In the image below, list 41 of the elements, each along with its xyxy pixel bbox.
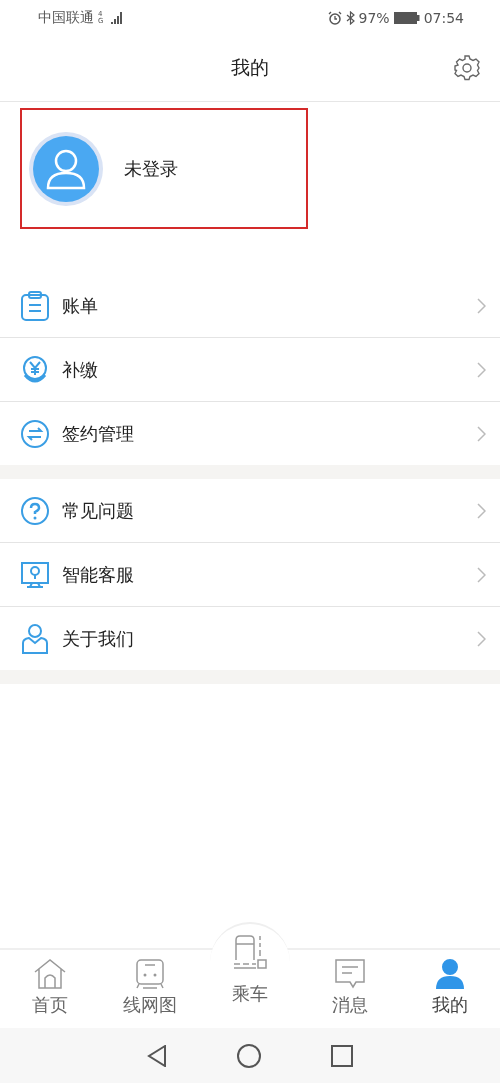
signal-icon [110,11,124,24]
person-icon [20,622,50,655]
battery-icon [393,11,420,24]
alarm-icon [327,10,342,25]
clipboard-icon [20,289,50,322]
recents-icon[interactable] [331,1044,353,1067]
chevron-right-icon [477,630,486,647]
tab-item[interactable]: 消息 [300,950,400,1028]
menu-item[interactable]: 补缴 [0,338,500,402]
chevron-right-icon [477,502,486,519]
home-icon [33,958,67,990]
menu-item[interactable]: 关于我们 [0,607,500,670]
tab-item[interactable]: 首页 [0,950,100,1028]
monitor-icon [20,559,50,590]
user-icon [435,958,465,990]
tab-item[interactable]: 线网图 [100,950,200,1028]
exchange-icon [20,418,50,449]
menu-item[interactable]: 签约管理 [0,402,500,465]
chevron-right-icon [477,425,486,442]
tab-item[interactable]: 我的 [400,950,500,1028]
question-icon [20,495,50,526]
menu-item[interactable]: 常见问题 [0,479,500,543]
phone-scan-icon [232,934,268,970]
login-status[interactable]: 未登录 [124,156,178,181]
battery-percent: 97% [358,9,390,26]
settings-icon[interactable] [454,55,480,81]
avatar-icon[interactable] [28,130,104,207]
chevron-right-icon [477,361,486,378]
train-icon [135,958,165,990]
chevron-right-icon [477,297,486,314]
bluetooth-icon [345,10,355,25]
menu-item[interactable]: 账单 [0,274,500,338]
chevron-right-icon [477,566,486,583]
menu-item[interactable]: 智能客服 [0,543,500,607]
carrier-name: 中国联通 [38,8,94,27]
message-icon [334,958,366,990]
coin-icon [20,354,50,385]
home-button-icon[interactable] [237,1043,261,1068]
back-icon[interactable] [147,1044,167,1067]
clock-time: 07:54 [423,9,464,26]
page-title: 我的 [231,55,269,80]
